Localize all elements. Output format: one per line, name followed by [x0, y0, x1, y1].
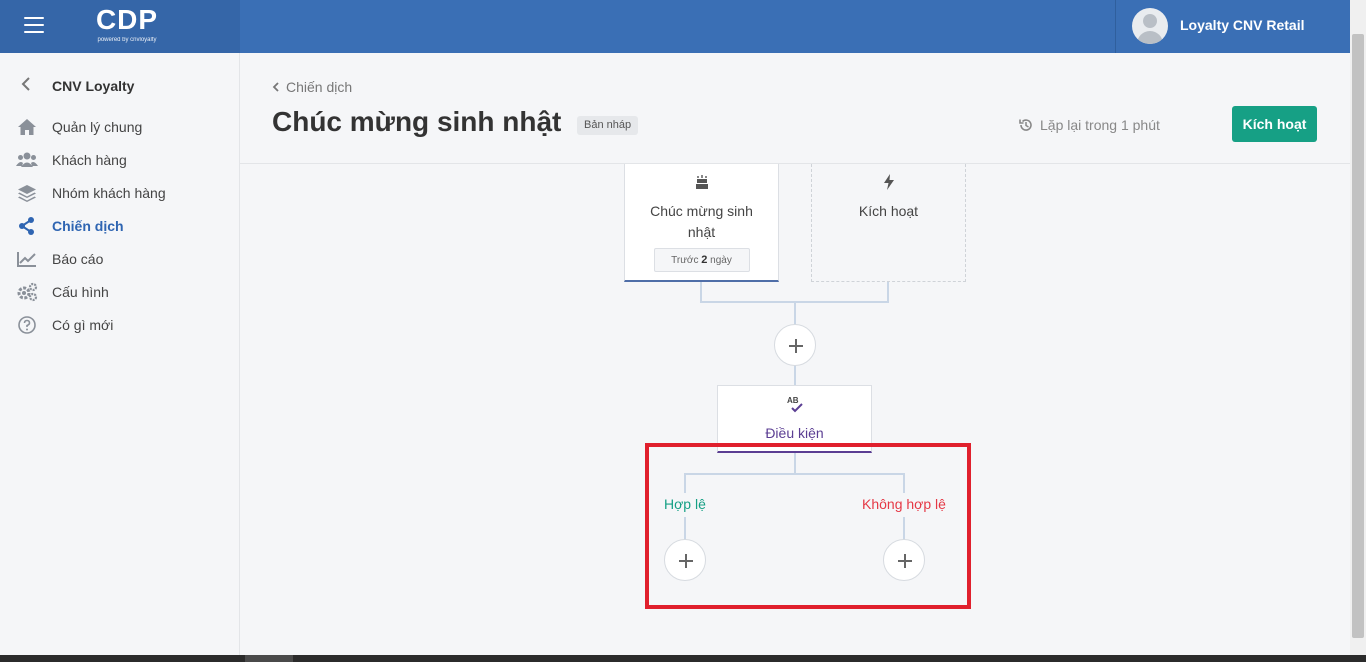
user-name: Loyalty CNV Retail [1180, 17, 1305, 33]
connector-line [684, 473, 686, 493]
breadcrumb[interactable]: Chiến dịch [272, 79, 352, 95]
trigger-node-label: Chúc mừng sinh nhật [650, 203, 753, 240]
breadcrumb-label: Chiến dịch [286, 79, 353, 95]
highlight-box [645, 443, 971, 609]
vertical-scrollbar[interactable] [1350, 0, 1366, 657]
activate-node[interactable]: Kích hoạt [811, 164, 966, 282]
question-circle-icon [16, 315, 38, 335]
time-badge: Trước 2 ngày [653, 248, 750, 272]
sidebar-item-quan-ly-chung[interactable]: Quản lý chung [0, 112, 240, 142]
sidebar-item-label: Có gì mới [52, 317, 114, 333]
add-invalid-step-button[interactable] [883, 539, 925, 581]
sidebar-item-label: Báo cáo [52, 251, 104, 267]
add-step-button[interactable] [774, 324, 816, 366]
top-bar: CDP powered by cnvloyalty Loyalty CNV Re… [0, 0, 1350, 53]
sidebar-back-header[interactable]: CNV Loyalty [0, 73, 240, 99]
connector-line [794, 365, 796, 385]
connector-line [903, 517, 905, 540]
logo-subtext: powered by cnvloyalty [97, 37, 157, 43]
sidebar-item-nhom-khach-hang[interactable]: Nhóm khách hàng [0, 178, 240, 208]
content-header: Chiến dịch Chúc mừng sinh nhật Bản nháp … [240, 53, 1350, 164]
connector-line [684, 473, 905, 475]
layers-icon [16, 183, 38, 203]
condition-node-label: Điều kiện [765, 425, 824, 441]
logo-text: CDP [95, 4, 159, 35]
sidebar-item-label: Quản lý chung [52, 119, 143, 135]
users-icon [16, 150, 38, 170]
bottom-bar [0, 655, 1366, 662]
gears-icon [16, 282, 38, 302]
chevron-left-icon [272, 81, 280, 95]
scrollbar-thumb[interactable] [1352, 34, 1364, 638]
logo[interactable]: CDP powered by cnvloyalty [86, 4, 168, 50]
flow-canvas: Chúc mừng sinh nhật Trước 2 ngày Kích ho… [240, 164, 1350, 655]
time-prefix: Trước [671, 255, 699, 266]
sidebar-item-khach-hang[interactable]: Khách hàng [0, 145, 240, 175]
sidebar-item-co-gi-moi[interactable]: Có gì mới [0, 310, 240, 340]
avatar [1132, 8, 1168, 44]
repeat-text: Lặp lại trong 1 phút [1040, 117, 1160, 133]
user-menu[interactable]: Loyalty CNV Retail [1115, 0, 1350, 53]
repeat-info[interactable]: Lặp lại trong 1 phút [1018, 117, 1160, 133]
sidebar-item-label: Cấu hình [52, 284, 109, 300]
add-valid-step-button[interactable] [664, 539, 706, 581]
chevron-left-icon [20, 76, 34, 92]
trigger-node[interactable]: Chúc mừng sinh nhật Trước 2 ngày [624, 164, 779, 282]
connector-line [684, 517, 686, 540]
spell-check-icon: AB [718, 395, 871, 418]
birthday-cake-icon [625, 174, 778, 195]
connector-line [794, 453, 796, 473]
status-badge: Bản nháp [577, 116, 639, 135]
sidebar-item-chien-dich[interactable]: Chiến dịch [0, 211, 240, 241]
sidebar-item-label: Nhóm khách hàng [52, 185, 166, 201]
page-title: Chúc mừng sinh nhật [272, 106, 562, 137]
sidebar: CNV Loyalty Quản lý chung Khách hàng Nhó… [0, 53, 240, 655]
sidebar-item-bao-cao[interactable]: Báo cáo [0, 244, 240, 274]
time-unit: ngày [710, 255, 732, 266]
connector-line [903, 473, 905, 493]
branch-label-valid: Hợp lệ [664, 496, 706, 512]
branch-label-invalid: Không hợp lệ [862, 496, 946, 512]
sidebar-item-label: Chiến dịch [52, 218, 124, 234]
sidebar-title: CNV Loyalty [52, 78, 135, 94]
connector-line [887, 282, 889, 302]
activate-button[interactable]: Kích hoạt [1232, 106, 1317, 142]
time-value: 2 [701, 254, 708, 266]
chart-line-icon [16, 249, 38, 269]
sidebar-item-label: Khách hàng [52, 152, 127, 168]
svg-text:AB: AB [787, 396, 799, 405]
condition-node[interactable]: AB Điều kiện [717, 385, 872, 453]
share-icon [16, 216, 38, 236]
connector-line [700, 282, 702, 302]
sidebar-item-cau-hinh[interactable]: Cấu hình [0, 277, 240, 307]
activate-node-label: Kích hoạt [858, 203, 919, 219]
history-icon [1019, 119, 1032, 131]
bolt-icon [812, 174, 965, 195]
brand-area: CDP powered by cnvloyalty [0, 0, 240, 53]
home-icon [16, 117, 38, 137]
hamburger-menu-icon[interactable] [24, 17, 44, 33]
connector-line [794, 301, 796, 325]
